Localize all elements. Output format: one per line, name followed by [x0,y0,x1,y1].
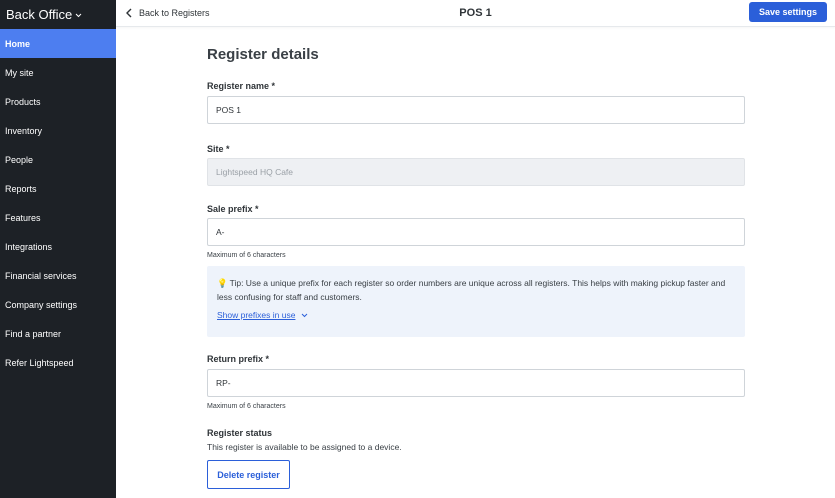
site-label: Site * [207,144,230,154]
back-link-label: Back to Registers [139,8,210,18]
top-bar: Back to Registers POS 1 Save settings [116,0,835,27]
sidebar-item-find-a-partner[interactable]: Find a partner [0,319,116,348]
sidebar-item-label: My site [5,67,34,78]
sale-prefix-hint: Maximum of 6 characters [207,252,286,259]
sidebar-item-products[interactable]: Products [0,87,116,116]
register-name-input[interactable] [207,96,745,124]
show-prefixes-link[interactable]: Show prefixes in use [217,310,308,320]
sidebar-item-label: Financial services [5,270,77,281]
tip-text: Tip: Use a unique prefix for each regist… [217,278,726,302]
chevron-left-icon [126,8,132,18]
return-prefix-input[interactable] [207,369,745,397]
site-input [207,158,745,186]
sidebar-item-label: Features [5,212,41,223]
sidebar-item-label: Refer Lightspeed [5,357,74,368]
sidebar-item-refer-lightspeed[interactable]: Refer Lightspeed [0,348,116,377]
sidebar-item-features[interactable]: Features [0,203,116,232]
sidebar: Back Office Home My site Products Invent… [0,0,116,498]
lightbulb-icon: 💡 [217,278,228,288]
brand-menu[interactable]: Back Office [0,0,116,29]
sidebar-item-label: Products [5,96,41,107]
section-title: Register details [207,46,319,63]
sidebar-item-label: Company settings [5,299,78,310]
return-prefix-hint: Maximum of 6 characters [207,403,286,410]
register-status-title: Register status [207,428,273,438]
delete-register-button[interactable]: Delete register [207,460,290,489]
sidebar-item-label: Inventory [5,125,43,136]
sidebar-item-inventory[interactable]: Inventory [0,116,116,145]
sidebar-item-label: Home [5,38,31,49]
sidebar-item-label: People [5,154,34,165]
sidebar-item-financial-services[interactable]: Financial services [0,261,116,290]
sidebar-item-company-settings[interactable]: Company settings [0,290,116,319]
show-prefixes-label: Show prefixes in use [217,310,296,320]
sidebar-item-label: Integrations [5,241,53,252]
sidebar-item-label: Reports [5,183,37,194]
register-details-form: Register details Register name * Site * … [207,29,745,489]
save-settings-button[interactable]: Save settings [749,2,827,22]
sale-prefix-input[interactable] [207,218,745,246]
register-name-label: Register name * [207,81,276,91]
return-prefix-label: Return prefix * [207,354,270,364]
chevron-down-icon [75,13,82,17]
back-to-registers-link[interactable]: Back to Registers [126,0,210,26]
tip-text-row: 💡 Tip: Use a unique prefix for each regis… [217,276,735,304]
sidebar-item-people[interactable]: People [0,145,116,174]
sidebar-item-home[interactable]: Home [0,29,116,58]
prefix-tip-box: 💡 Tip: Use a unique prefix for each regis… [207,266,745,337]
page-title: POS 1 [459,7,492,19]
sale-prefix-label: Sale prefix * [207,204,259,214]
sidebar-item-my-site[interactable]: My site [0,58,116,87]
sidebar-item-reports[interactable]: Reports [0,174,116,203]
brand-label: Back Office [6,7,73,22]
chevron-down-icon [302,313,308,317]
sidebar-item-integrations[interactable]: Integrations [0,232,116,261]
sidebar-item-label: Find a partner [5,328,62,339]
register-status-text: This register is available to be assigne… [207,442,402,452]
